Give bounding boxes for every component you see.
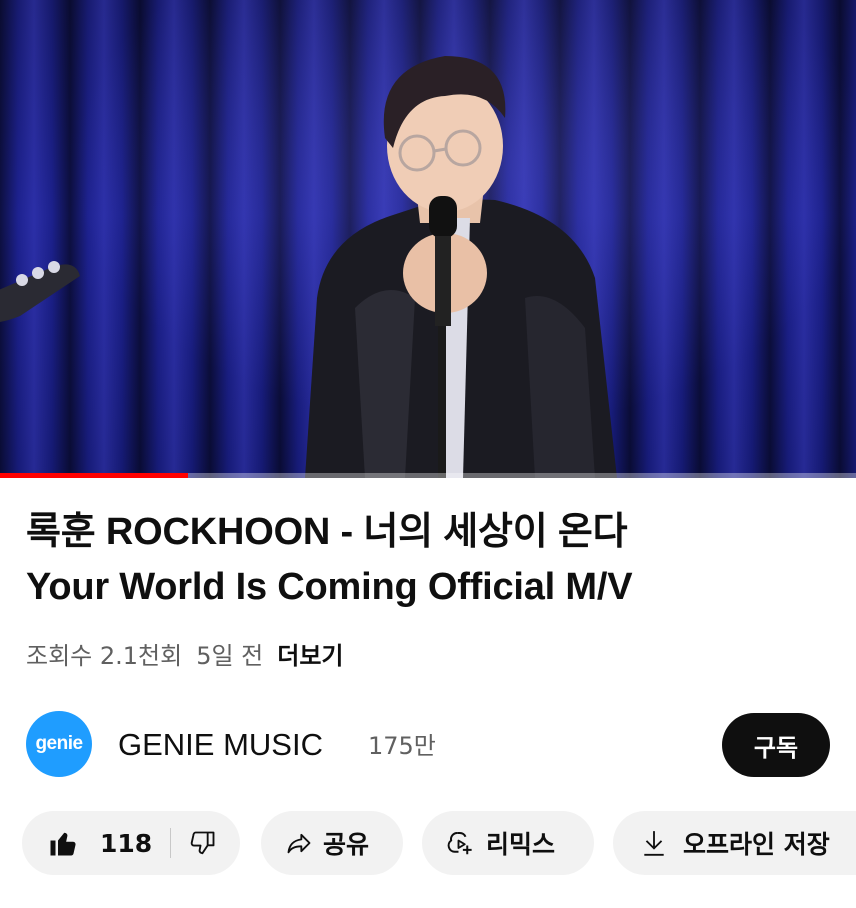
progress-played [0, 473, 188, 478]
guitar-headstock [0, 261, 80, 322]
remix-icon [446, 828, 476, 858]
channel-avatar[interactable]: genie [26, 711, 92, 777]
video-title-line2: Your World Is Coming Official M/V [26, 566, 633, 608]
action-bar: 118 공유 리믹스 오프라인 저장 [0, 808, 856, 878]
singer-figure [305, 56, 617, 478]
channel-row: genie GENIE MUSIC 175만 구독 [26, 710, 832, 780]
more-link[interactable]: 더보기 [277, 642, 343, 670]
video-progress-bar[interactable] [0, 473, 856, 478]
thumbs-up-icon[interactable] [48, 828, 78, 858]
share-label: 공유 [323, 830, 370, 859]
subscribe-button[interactable]: 구독 [722, 713, 830, 777]
video-player[interactable] [0, 0, 856, 478]
remix-button[interactable]: 리믹스 [422, 811, 594, 875]
offline-save-label: 오프라인 저장 [683, 830, 830, 859]
like-divider [170, 828, 172, 858]
video-title[interactable]: 록훈 ROCKHOON - 너의 세상이 온다 Your World Is Co… [26, 505, 836, 615]
upload-age: 5일 전 [196, 642, 264, 670]
remix-label: 리믹스 [486, 830, 556, 859]
offline-save-button[interactable]: 오프라인 저장 [613, 811, 856, 875]
video-meta[interactable]: 조회수 2.1천회 5일 전 더보기 [26, 638, 344, 674]
video-title-line1: 록훈 ROCKHOON - 너의 세상이 온다 [26, 511, 628, 553]
subscriber-count: 175만 [368, 732, 436, 760]
like-count[interactable]: 118 [100, 829, 152, 858]
thumbs-down-icon[interactable] [189, 829, 217, 857]
view-count: 조회수 2.1천회 [26, 642, 183, 670]
channel-avatar-logo: genie [35, 733, 83, 754]
channel-name[interactable]: GENIE MUSIC [118, 727, 323, 763]
like-dislike-chip: 118 [22, 811, 240, 875]
share-arrow-icon [285, 829, 313, 857]
video-watch-page: 록훈 ROCKHOON - 너의 세상이 온다 Your World Is Co… [0, 0, 856, 908]
download-icon [641, 829, 667, 857]
share-button[interactable]: 공유 [261, 811, 403, 875]
